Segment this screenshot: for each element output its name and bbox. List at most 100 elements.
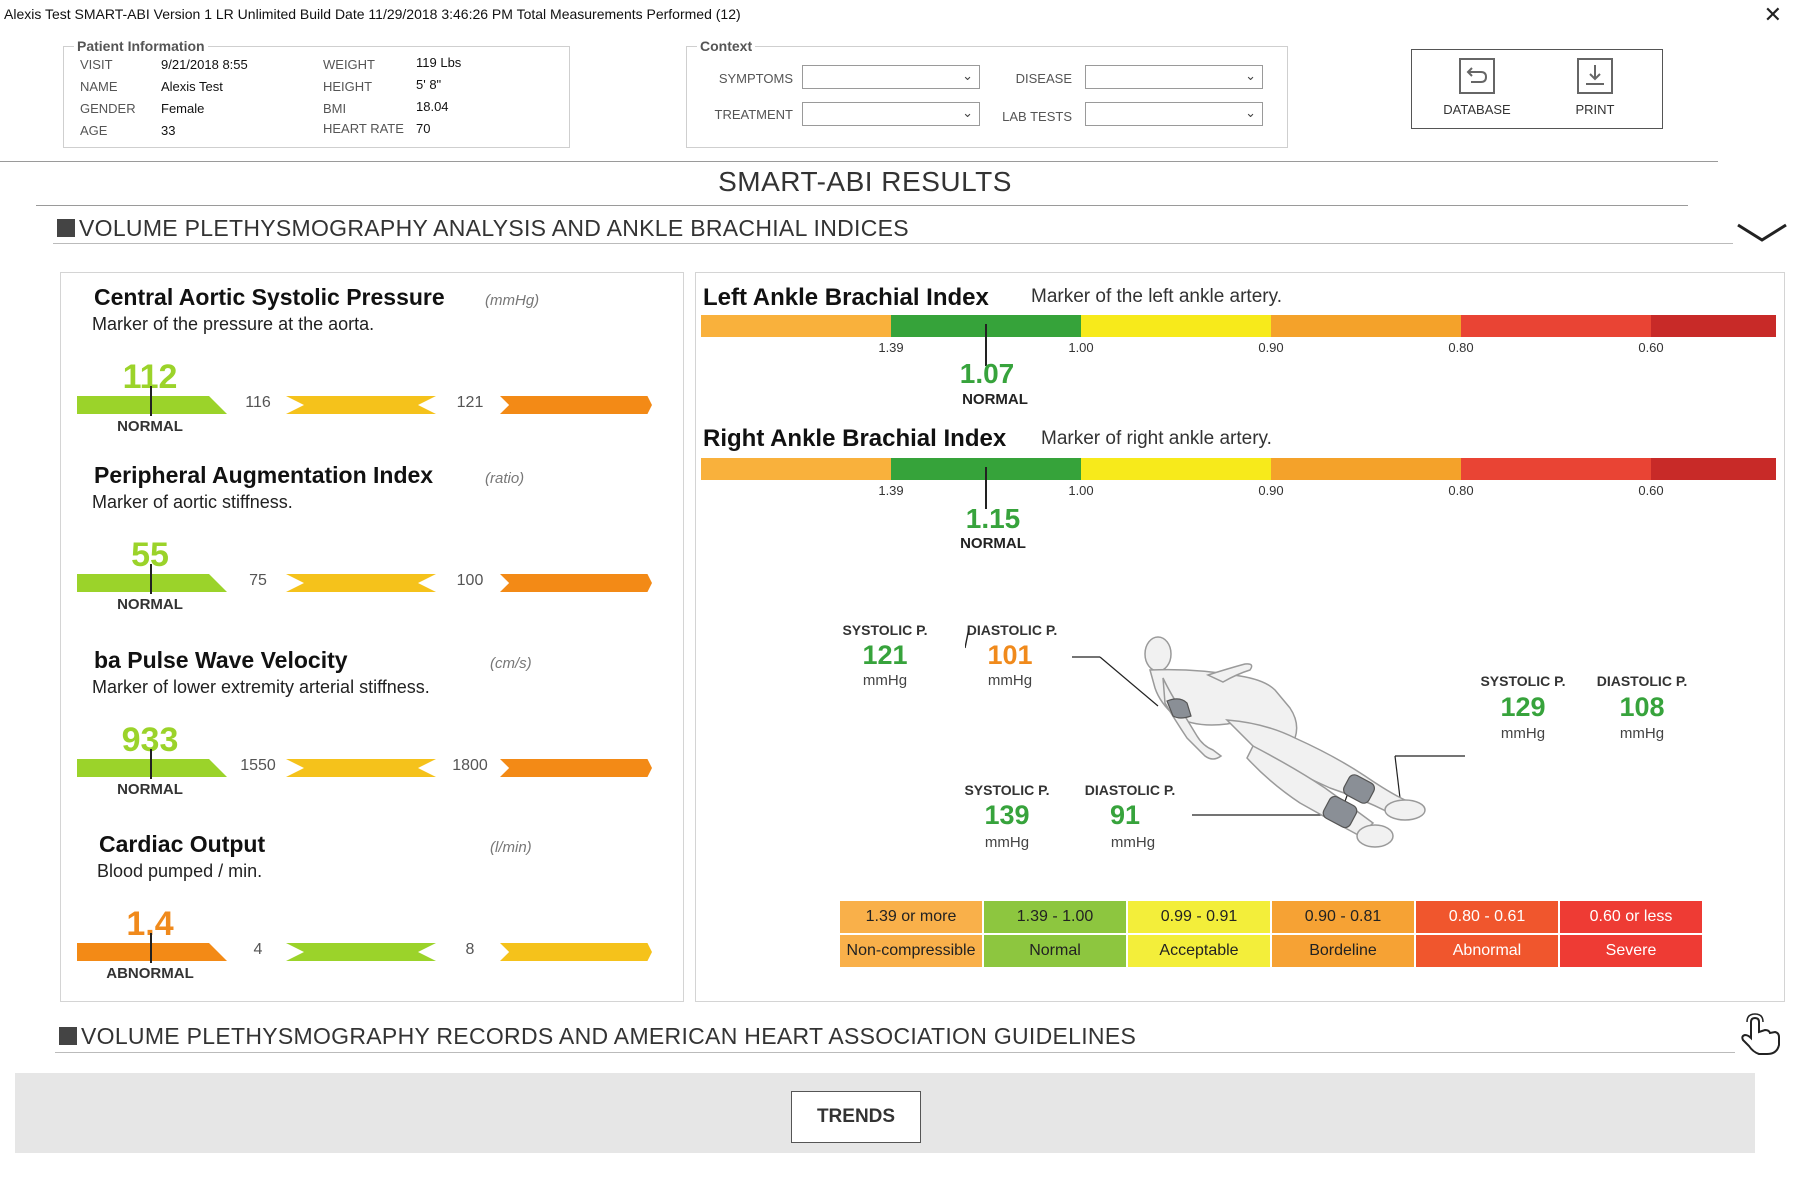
right-ankle-diastolic-label: DIASTOLIC P. [1596,673,1688,689]
abi-tick-label: 0.60 [1638,483,1664,498]
abi-tick-label: 0.60 [1638,340,1664,355]
chevron-down-icon: ⌄ [1245,68,1256,83]
symptoms-select[interactable]: ⌄ [802,65,980,89]
patient-information-group: Patient Information VISIT 9/21/2018 8:55… [63,38,570,148]
abi-scale-segment [1461,458,1651,480]
name-label: NAME [80,79,118,94]
database-label: DATABASE [1443,102,1511,117]
legend-labels-row: Non-compressible Normal Acceptable Bordelin… [838,933,1704,969]
legend-range-cell: 1.39 - 1.00 [982,899,1128,935]
abi-scale-segment [1081,458,1271,480]
abi-scale-segment [701,315,891,337]
right-abi-status: NORMAL [960,535,1026,552]
database-icon [1459,58,1495,94]
weight-value: 119 Lbs [416,55,462,70]
abi-scale-segment [1651,315,1776,337]
metric-description: Blood pumped / min. [97,861,263,881]
metric-title: Peripheral Augmentation Index [94,462,434,488]
weight-label: WEIGHT [323,57,375,72]
print-label: PRINT [1575,102,1615,117]
metric-scale-segment [77,759,227,777]
lab-tests-select[interactable]: ⌄ [1085,102,1263,126]
metric-title: Central Aortic Systolic Pressure [94,284,445,310]
bmi-value: 18.04 [416,99,449,114]
right-ankle-systolic-unit: mmHg [1500,725,1546,742]
legend-label-cell: Non-compressible [838,933,984,969]
right-ankle-diastolic-unit: mmHg [1619,725,1665,742]
download-icon [1577,58,1613,94]
legend-range-cell: 0.60 or less [1558,899,1704,935]
metric-scale-segment [500,943,652,961]
metric-title: ba Pulse Wave Velocity [94,647,348,673]
right-ankle-systolic-value: 129 [1500,692,1546,722]
bmi-label: BMI [323,101,347,116]
metric-title: Cardiac Output [99,831,266,857]
legend-ranges-row: 1.39 or more 1.39 - 1.00 0.99 - 0.91 0.90 -… [838,899,1704,935]
legend-range-cell: 1.39 or more [838,899,984,935]
metric-description: Marker of the pressure at the aorta. [92,314,375,334]
metric-scale-segment [500,759,652,777]
age-value: 33 [161,123,176,138]
gender-value: Female [161,101,205,116]
section-records-title: VOLUME PLETHYSMOGRAPHY RECORDS AND AMERI… [81,1023,1137,1049]
metric-scale-segment [286,759,436,777]
metric-marker [150,749,152,779]
abi-scale-segment [1461,315,1651,337]
abi-tick-label: 0.90 [1258,340,1284,355]
left-abi-scale: 1.39 1.00 0.90 0.80 0.60 [701,315,1776,355]
right-abi-value: 1.15 [965,503,1021,534]
arm-systolic-value: 121 [862,640,908,670]
close-icon[interactable]: ✕ [1764,2,1782,28]
print-button[interactable]: PRINT [1540,58,1650,117]
right-ankle-systolic-label: SYSTOLIC P. [1480,673,1566,689]
database-button[interactable]: DATABASE [1422,58,1532,117]
section-records-header[interactable]: VOLUME PLETHYSMOGRAPHY RECORDS AND AMERI… [59,1023,1136,1050]
disease-label: DISEASE [1015,71,1072,86]
legend-label-cell: Normal [982,933,1128,969]
legend-range-cell: 0.90 - 0.81 [1270,899,1416,935]
metric-marker [150,933,152,963]
collapse-chevron-icon[interactable] [1735,218,1789,251]
context-label: Context [697,38,756,54]
metric-threshold-1: 116 [245,394,271,411]
metric-unit: (mmHg) [485,292,540,309]
metric-scale-segment [286,574,436,592]
metric-threshold-2: 1800 [452,757,488,774]
abi-tick-label: 1.00 [1068,340,1094,355]
left-abi-value: 1.07 [959,358,1015,389]
metric-scale-segment [77,396,227,414]
hand-pointer-icon[interactable] [1737,1012,1785,1063]
height-value: 5' 8" [416,77,442,92]
legend-range-cell: 0.99 - 0.91 [1126,899,1272,935]
metric-status: ABNORMAL [106,965,194,982]
section-square-icon [59,1027,77,1045]
metric-scale-segment [286,943,436,961]
legend-label-cell: Severe [1558,933,1704,969]
disease-select[interactable]: ⌄ [1085,65,1263,89]
left-abi-title: Left Ankle Brachial Index [703,284,989,311]
right-abi-scale: 1.39 1.00 0.90 0.80 0.60 [701,458,1776,498]
legend-label-cell: Acceptable [1126,933,1272,969]
metric-scale-segment [500,574,652,592]
heart-rate-value: 70 [416,121,431,136]
metric-unit: (l/min) [490,839,532,856]
divider [53,243,1733,244]
visit-value: 9/21/2018 8:55 [161,57,248,72]
abi-tick-label: 1.00 [1068,483,1094,498]
metric-marker [150,564,152,594]
metric-scale-segment [77,943,227,961]
body-illustration [965,628,1465,848]
treatment-select[interactable]: ⌄ [802,102,980,126]
context-group: Context SYMPTOMS ⌄ TREATMENT ⌄ DISEASE ⌄… [686,38,1288,148]
metric-marker [150,386,152,416]
chevron-down-icon: ⌄ [1245,105,1256,120]
metric-threshold-1: 1550 [240,757,276,774]
abi-tick-label: 1.39 [878,340,904,355]
abi-scale-segment [1651,458,1776,480]
gender-label: GENDER [80,101,136,116]
results-title: SMART-ABI RESULTS [718,166,1012,197]
symptoms-label: SYMPTOMS [718,71,793,86]
trends-button[interactable]: TRENDS [791,1091,921,1143]
section-analysis-header[interactable]: VOLUME PLETHYSMOGRAPHY ANALYSIS AND ANKL… [57,215,909,242]
legend-range-cell: 0.80 - 0.61 [1414,899,1560,935]
